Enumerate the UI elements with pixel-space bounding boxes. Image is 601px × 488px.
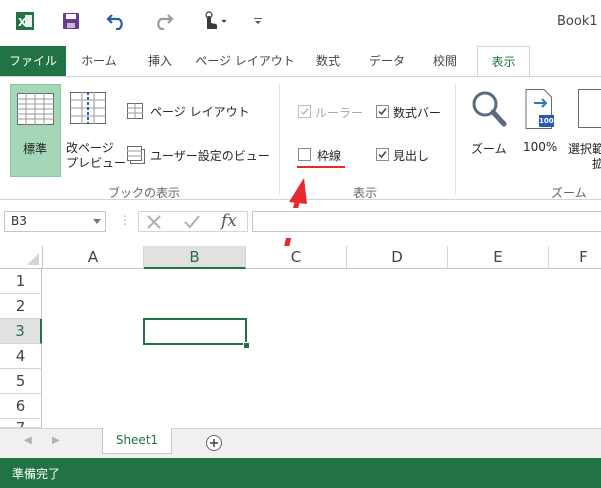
ruler-checkbox[interactable]: ルーラー — [298, 103, 368, 121]
zoom-button[interactable]: ズーム — [465, 87, 511, 167]
excel-logo-icon: X — [12, 8, 38, 34]
save-icon[interactable] — [58, 8, 84, 34]
zoom-to-selection-label-2: 拡 — [592, 157, 601, 171]
column-header-f[interactable]: F — [549, 246, 601, 269]
page-layout-view-button[interactable]: ページ レイアウト — [127, 101, 267, 121]
redo-icon[interactable] — [150, 8, 176, 34]
insert-function-icon[interactable]: fx — [221, 211, 237, 231]
tab-insert[interactable]: 挿入 — [138, 46, 182, 76]
column-header-d[interactable]: D — [347, 246, 448, 269]
enter-check-icon[interactable] — [183, 214, 201, 230]
show-group-label: 表示 — [353, 186, 378, 200]
spreadsheet-grid[interactable]: A B C D E F 1 2 3 4 5 6 7 — [0, 246, 601, 428]
custom-views-icon — [127, 146, 145, 164]
formula-input[interactable] — [252, 211, 601, 232]
tab-formulas[interactable]: 数式 — [306, 46, 350, 76]
row-header-7[interactable]: 7 — [0, 419, 42, 428]
selected-cell-b3[interactable] — [143, 318, 247, 345]
tab-home[interactable]: ホーム — [77, 46, 121, 76]
zoom-to-selection-button[interactable]: 選択範 拡 — [568, 87, 601, 177]
headings-checkbox[interactable]: 見出し — [376, 146, 436, 164]
headings-label: 見出し — [393, 149, 430, 163]
tab-review[interactable]: 校閲 — [423, 46, 467, 76]
custom-views-button[interactable]: ユーザー設定のビュー — [127, 144, 270, 164]
magnifier-icon — [472, 91, 507, 127]
column-header-b[interactable]: B — [144, 246, 246, 269]
tab-file[interactable]: ファイル — [0, 46, 66, 76]
page-break-preview-label-2: プレビュー — [66, 156, 127, 170]
cancel-icon[interactable] — [146, 214, 162, 230]
fill-handle[interactable] — [243, 342, 250, 349]
column-header-a[interactable]: A — [43, 246, 144, 269]
zoom-to-selection-icon — [578, 89, 601, 128]
scroll-sheets-left-icon[interactable]: ◀ — [24, 435, 32, 446]
normal-view-label: 標準 — [23, 142, 48, 156]
window-title: Book1 - — [557, 14, 601, 29]
status-bar: 準備完了 — [0, 458, 601, 488]
custom-views-label: ユーザー設定のビュー — [150, 149, 270, 163]
zoom-100-badge: 100 — [539, 117, 554, 125]
page-break-preview-button[interactable]: 改ページ プレビュー — [64, 84, 126, 177]
name-box[interactable]: B3 — [4, 211, 106, 232]
row-header-4[interactable]: 4 — [0, 344, 42, 369]
normal-view-icon — [17, 93, 54, 125]
row-header-2[interactable]: 2 — [0, 294, 42, 319]
svg-text:X: X — [18, 16, 27, 29]
row-header-6[interactable]: 6 — [0, 394, 42, 419]
row-header-5[interactable]: 5 — [0, 369, 42, 394]
select-all-triangle-icon — [27, 253, 39, 265]
formula-bar-label: 数式バー — [393, 106, 442, 120]
touch-mode-icon[interactable] — [196, 8, 232, 34]
sheet-tab-sheet1[interactable]: Sheet1 — [102, 428, 172, 454]
new-sheet-icon[interactable] — [205, 434, 223, 452]
select-all-corner[interactable] — [0, 246, 43, 269]
customize-qat-icon[interactable] — [245, 8, 271, 34]
page-layout-icon — [127, 103, 143, 119]
zoom-label: ズーム — [471, 142, 507, 156]
name-box-value: B3 — [11, 214, 27, 228]
sheet-tab-bar: ◀ ▶ Sheet1 — [0, 428, 601, 458]
group-separator — [455, 83, 456, 195]
gridlines-unchecked-icon — [298, 148, 311, 161]
page-break-preview-icon — [70, 92, 106, 124]
normal-view-button[interactable]: 標準 — [10, 84, 61, 177]
zoom-group-label: ズーム — [551, 186, 587, 200]
zoom-100-label: 100% — [523, 140, 558, 154]
ribbon-tabs: ファイル ホーム 挿入 ページ レイアウト 数式 データ 校閲 表示 — [0, 46, 601, 76]
status-text: 準備完了 — [12, 467, 61, 481]
ruler-label: ルーラー — [315, 106, 364, 120]
column-header-c[interactable]: C — [246, 246, 347, 269]
undo-icon[interactable] — [104, 8, 130, 34]
row-header-1[interactable]: 1 — [0, 269, 42, 294]
tab-page-layout[interactable]: ページ レイアウト — [195, 46, 295, 76]
gridlines-underline-annotation — [297, 166, 345, 168]
formula-bar-grip-icon: ⋮ — [119, 213, 131, 227]
formula-bar-checkbox[interactable]: 数式バー — [376, 103, 448, 121]
formula-bar: B3 ⋮ fx — [0, 208, 601, 238]
formula-bar-check-icon — [376, 105, 389, 118]
quick-access-toolbar: X Book1 - — [0, 0, 601, 46]
gridlines-label: 枠線 — [317, 149, 342, 163]
gridlines-checkbox[interactable]: 枠線 — [298, 146, 358, 164]
column-header-e[interactable]: E — [448, 246, 549, 269]
tab-data[interactable]: データ — [362, 46, 412, 76]
scroll-sheets-right-icon[interactable]: ▶ — [52, 435, 60, 446]
ruler-check-icon — [298, 105, 311, 118]
page-layout-label: ページ レイアウト — [150, 105, 250, 119]
row-header-3[interactable]: 3 — [0, 319, 42, 344]
zoom-100-button[interactable]: 100 100% — [518, 87, 564, 167]
headings-check-icon — [376, 148, 389, 161]
book-views-group-label: ブックの表示 — [108, 186, 181, 200]
chevron-down-icon — [93, 219, 101, 224]
tab-view[interactable]: 表示 — [477, 46, 530, 76]
